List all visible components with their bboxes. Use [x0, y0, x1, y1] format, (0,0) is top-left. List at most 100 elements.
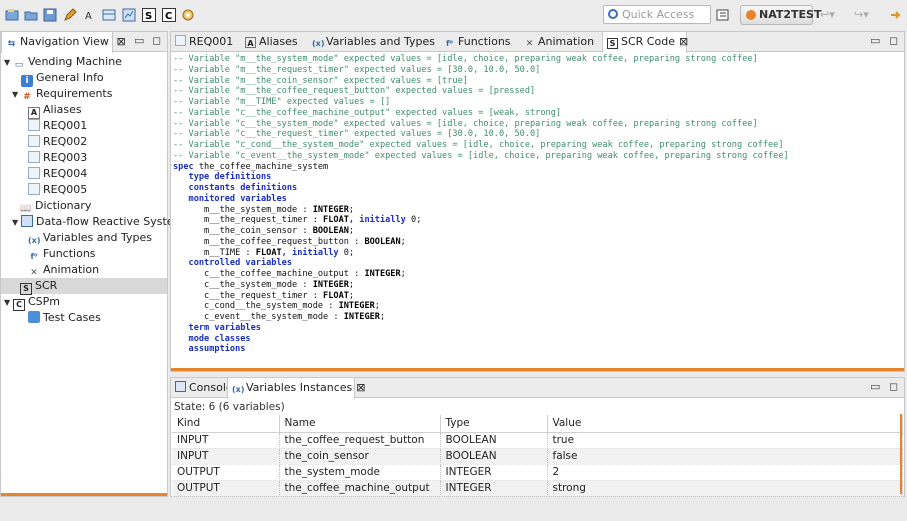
- tab-label: Variables and Types: [326, 35, 435, 48]
- tree-item-req005[interactable]: REQ005: [28, 182, 87, 198]
- open-perspective-icon[interactable]: [716, 8, 730, 22]
- minimize-icon[interactable]: ▭: [134, 34, 144, 47]
- scr-toolbar-icon[interactable]: S: [142, 8, 156, 22]
- tree-item-dfrs[interactable]: ▼ Data-flow Reactive System: [12, 214, 184, 230]
- table-row[interactable]: INPUT the_coin_sensor BOOLEAN false: [172, 448, 903, 465]
- variables-icon: (x): [232, 385, 245, 394]
- navigation-view: ⇆ Navigation View ⊠ ▭ ◻ ▼ ▭ Vending Machine…: [0, 31, 184, 497]
- pencil-icon[interactable]: [63, 8, 77, 22]
- maximize-icon[interactable]: ◻: [152, 34, 161, 47]
- scr-icon: S: [607, 38, 618, 49]
- perspective-icon: [746, 10, 756, 20]
- tab-animation[interactable]: ✕ Animation: [520, 32, 602, 52]
- code-line: -- Variable "m__the_system_mode" expecte…: [173, 54, 902, 65]
- cspm-toolbar-icon[interactable]: C: [162, 8, 176, 22]
- tree-item-test-cases[interactable]: Test Cases: [28, 310, 101, 326]
- code-type: FLOAT: [323, 290, 349, 301]
- tree-item-animation[interactable]: ✕ Animation: [28, 262, 99, 278]
- table-row[interactable]: OUTPUT the_coffee_machine_output INTEGER…: [172, 480, 903, 497]
- code-text: ;: [348, 279, 355, 290]
- variables-table: Kind Name Type Value INPUT the_coffee_re…: [172, 415, 903, 497]
- dfrs-icon: [21, 215, 33, 227]
- tree-item-req001[interactable]: REQ001: [28, 118, 87, 134]
- tab-navigation-view[interactable]: ⇆ Navigation View ⊠: [1, 32, 126, 53]
- save-icon[interactable]: [43, 8, 57, 22]
- code-line: m__the_request_timer : FLOAT, initially …: [173, 215, 902, 226]
- state-label: State: 6 (6 variables): [174, 401, 285, 413]
- close-icon[interactable]: ⊠: [679, 35, 688, 48]
- aliases-toolbar-icon[interactable]: A: [83, 8, 97, 22]
- code-comment: -- Variable "c__the_request_timer" expec…: [173, 129, 541, 140]
- code-line: c__the_system_mode : INTEGER;: [173, 280, 902, 291]
- column-header-name[interactable]: Name: [279, 415, 441, 433]
- open-folder-icon[interactable]: [24, 8, 38, 22]
- column-header-kind[interactable]: Kind: [172, 415, 280, 433]
- tree-item-req003[interactable]: REQ003: [28, 150, 87, 166]
- cell-value[interactable]: 2: [547, 464, 903, 481]
- collapse-arrow-icon[interactable]: ▼: [12, 87, 21, 103]
- scr-code-editor[interactable]: -- Variable "m__the_system_mode" expecte…: [173, 54, 902, 367]
- code-text: m__the_coin_sensor :: [173, 226, 313, 236]
- code-type: INTEGER: [364, 269, 401, 279]
- minimize-icon[interactable]: ▭: [870, 380, 880, 393]
- document-icon: [28, 135, 40, 147]
- quick-access-input[interactable]: Quick Access: [603, 5, 711, 24]
- close-icon[interactable]: ⊠: [356, 381, 365, 394]
- code-comment: -- Variable "m__the_system_mode" expecte…: [173, 54, 758, 64]
- code-text: m__the_coffee_request_button :: [173, 236, 365, 247]
- functions-icon: f⁰: [446, 39, 453, 48]
- tree-item-vending-machine[interactable]: ▼ ▭ Vending Machine: [4, 54, 122, 70]
- new-icon[interactable]: [5, 8, 19, 22]
- cell-value[interactable]: strong: [547, 480, 903, 497]
- tree-item-req004[interactable]: REQ004: [28, 166, 87, 182]
- last-edit-icon[interactable]: [889, 8, 903, 22]
- tab-label: Functions: [458, 35, 511, 48]
- code-type: BOOLEAN: [364, 236, 401, 247]
- column-header-type[interactable]: Type: [440, 415, 548, 433]
- code-type: INTEGER: [343, 312, 380, 322]
- table-icon[interactable]: [102, 8, 116, 22]
- tab-variables-and-types[interactable]: (x) Variables and Types: [308, 32, 436, 52]
- collapse-arrow-icon[interactable]: ▼: [4, 55, 13, 71]
- svg-text:C: C: [165, 11, 172, 22]
- tab-aliases[interactable]: A Aliases: [241, 32, 303, 52]
- tab-variables-instances[interactable]: (x) Variables Instances ⊠: [227, 378, 366, 399]
- cell-kind: INPUT: [172, 448, 280, 465]
- column-header-value[interactable]: Value: [547, 415, 903, 433]
- code-text: m__the_system_mode :: [173, 204, 313, 215]
- cell-value[interactable]: true: [547, 432, 903, 449]
- tree-item-requirements[interactable]: ▼ # Requirements: [12, 86, 112, 102]
- nav-back-icon[interactable]: ↩▾: [820, 8, 835, 22]
- collapse-arrow-icon[interactable]: ▼: [4, 295, 13, 311]
- minimize-icon[interactable]: ▭: [870, 34, 880, 47]
- table-row[interactable]: INPUT the_coffee_request_button BOOLEAN …: [172, 432, 903, 449]
- tab-functions[interactable]: f⁰ Functions: [440, 32, 518, 52]
- nav-forward-icon[interactable]: ↪▾: [854, 8, 869, 22]
- tree-item-dictionary[interactable]: 📖 Dictionary: [20, 198, 91, 214]
- tree-item-variables-and-types[interactable]: (x) Variables and Types: [28, 230, 152, 246]
- tab-scr-code[interactable]: S SCR Code ⊠: [602, 32, 688, 53]
- tab-console[interactable]: Console: [171, 378, 233, 398]
- tree-item-functions[interactable]: f⁰ Functions: [28, 246, 96, 262]
- perspective-button[interactable]: NAT2TEST: [740, 5, 821, 25]
- tree-item-label: REQ004: [43, 167, 88, 180]
- console-icon: [175, 381, 186, 392]
- collapse-arrow-icon[interactable]: ▼: [12, 215, 21, 231]
- dfrs-toolbar-icon[interactable]: [122, 8, 136, 22]
- tree-item-req002[interactable]: REQ002: [28, 134, 87, 150]
- document-icon: [28, 183, 40, 195]
- run-config-icon[interactable]: [181, 8, 195, 22]
- tree-item-scr[interactable]: S SCR: [1, 278, 167, 295]
- maximize-icon[interactable]: ◻: [889, 380, 898, 393]
- close-icon[interactable]: ⊠: [116, 35, 125, 48]
- tree-item-general-info[interactable]: i General Info: [21, 70, 104, 87]
- cell-type: INTEGER: [440, 480, 548, 497]
- tab-req001[interactable]: REQ001: [171, 32, 239, 52]
- maximize-icon[interactable]: ◻: [889, 34, 898, 47]
- cell-value[interactable]: false: [547, 448, 903, 465]
- tree-item-label: Aliases: [43, 103, 82, 116]
- table-row[interactable]: OUTPUT the_system_mode INTEGER 2: [172, 464, 903, 481]
- code-comment: -- Variable "m__the_coin_sensor" expecte…: [173, 75, 468, 86]
- tree-item-cspm[interactable]: ▼ C CSPm: [4, 294, 60, 311]
- tree-item-aliases[interactable]: A Aliases: [28, 102, 82, 119]
